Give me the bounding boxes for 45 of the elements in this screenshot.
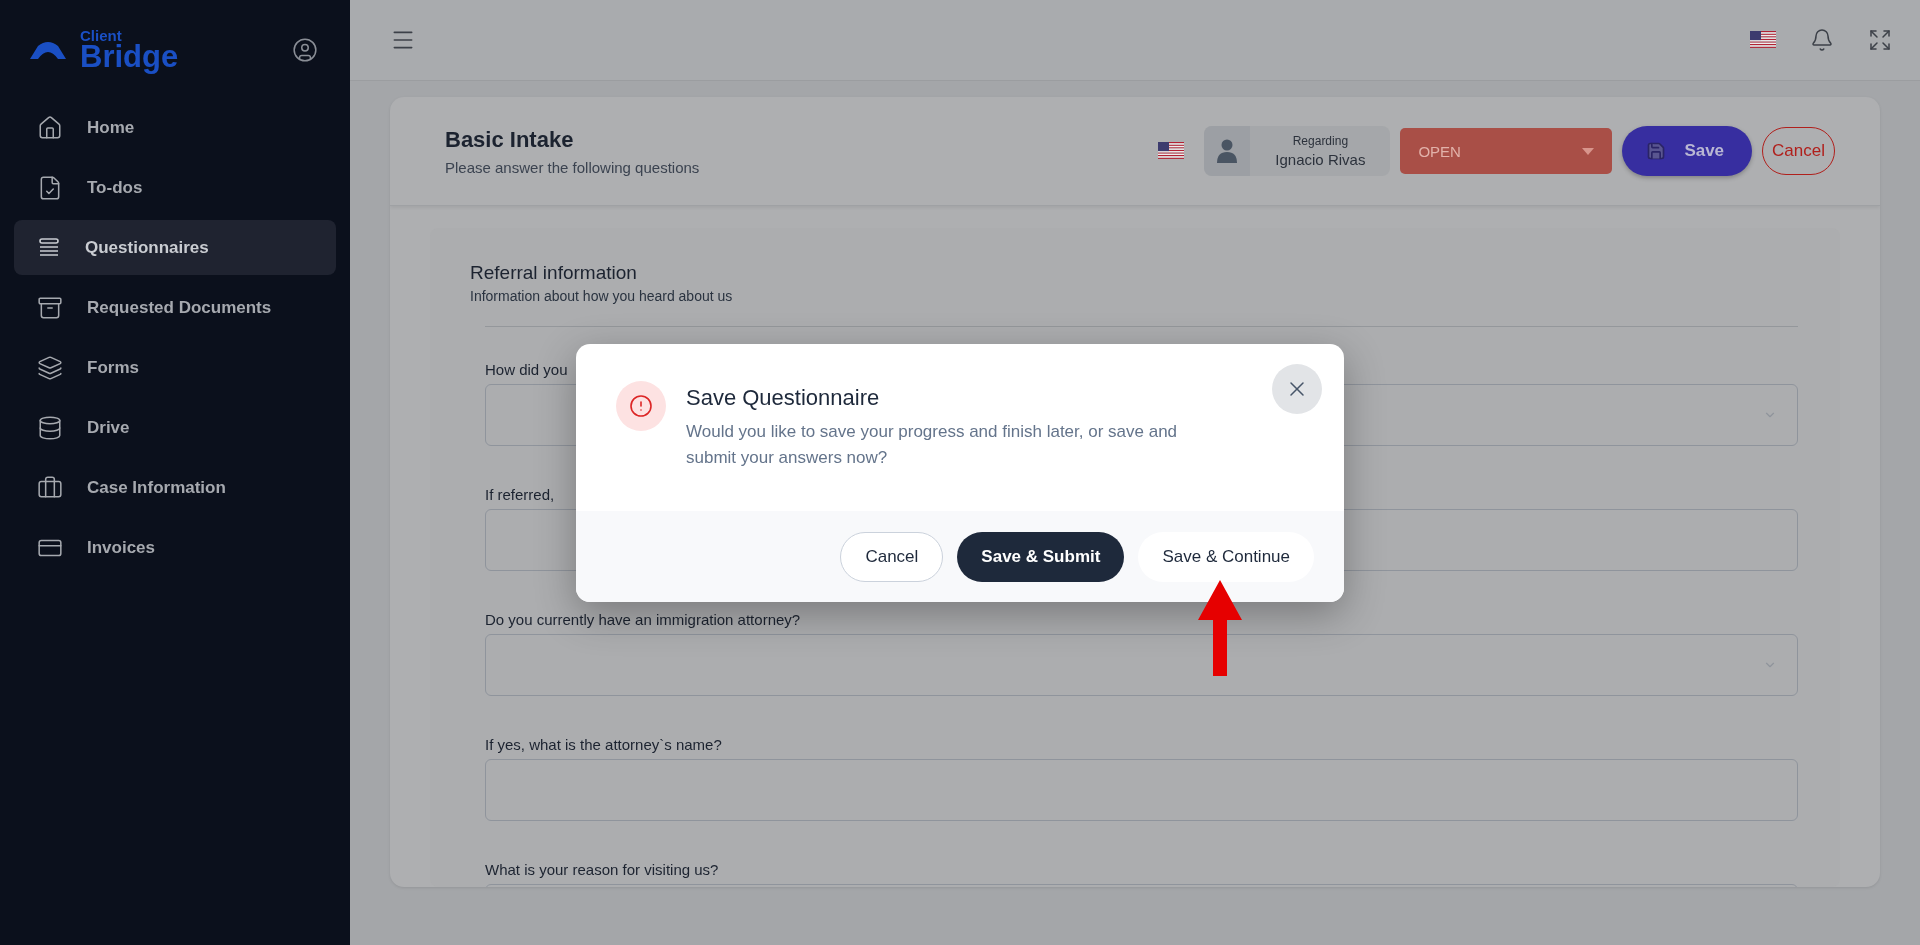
caret-icon (1582, 147, 1595, 155)
language-button[interactable] (1750, 31, 1776, 49)
home-icon (37, 114, 63, 141)
sidebar-item[interactable]: Home (14, 100, 336, 155)
flag-icon (1158, 142, 1185, 160)
logo-text: Client (80, 28, 123, 43)
bell-icon[interactable] (1810, 28, 1834, 52)
save-icon (1646, 141, 1667, 161)
regarding-label: Regarding (1292, 134, 1349, 148)
select-field[interactable] (485, 634, 1798, 696)
dialog-button[interactable]: Save & Submit (957, 532, 1125, 582)
section-title: Referral information (470, 262, 638, 284)
sidebar-item[interactable]: Questionnaires (14, 220, 336, 275)
database-icon (37, 414, 63, 441)
sidebar-item[interactable]: Drive (14, 400, 336, 455)
question-label: How did you (485, 361, 569, 378)
section-subtitle: Information about how you heard about us (470, 288, 734, 304)
question-label: If referred, (485, 486, 556, 503)
dialog-title: Save Questionnaire (686, 385, 881, 411)
close-button[interactable] (1272, 364, 1322, 414)
page-title: Basic Intake (445, 126, 575, 153)
page-subtitle: Please answer the following questions (445, 158, 700, 176)
sidebar-item[interactable]: To-dos (14, 160, 336, 215)
dialog-button[interactable]: Save & Continue (1138, 532, 1314, 582)
question-label: If yes, what is the attorney`s name? (485, 736, 723, 753)
logo-icon (30, 41, 66, 59)
flag-icon (1750, 31, 1776, 49)
logo-text: Bridge (80, 41, 179, 72)
regarding-name: Ignacio Rivas (1275, 151, 1366, 168)
user-icon[interactable] (292, 37, 318, 63)
save-button[interactable]: Save (1622, 126, 1753, 176)
alert-icon (616, 381, 666, 431)
dialog-message: Would you like to save your progress and finish later, or save and submit your answers now? (686, 421, 1179, 469)
sidebar-item[interactable]: Requested Documents (14, 280, 336, 335)
person-icon (1217, 139, 1238, 163)
question-label: What is your reason for visiting us? (485, 861, 720, 878)
question-label: Do you currently have an immigration attorney? (485, 611, 802, 628)
layers-icon (37, 354, 63, 381)
archive-icon (37, 294, 63, 321)
sidebar-item[interactable]: Case Information (14, 460, 336, 515)
dialog-button[interactable]: Cancel (840, 532, 944, 582)
input-field[interactable] (485, 759, 1798, 821)
fullscreen-icon[interactable] (1868, 28, 1892, 52)
sidebar-item[interactable]: Invoices (14, 520, 336, 575)
sidebar-item[interactable]: Forms (14, 340, 336, 395)
